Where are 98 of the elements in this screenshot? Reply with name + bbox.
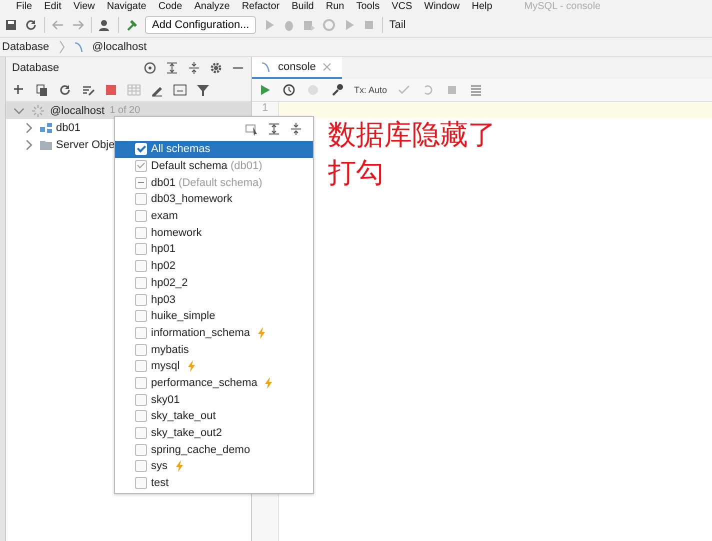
history-icon[interactable]: [282, 83, 296, 97]
schema-option[interactable]: sky01: [115, 391, 313, 408]
tree-node-label[interactable]: db01: [56, 122, 80, 134]
menu-item[interactable]: Edit: [44, 0, 62, 13]
checkbox[interactable]: [135, 210, 147, 222]
window-title: MySQL - console: [524, 0, 601, 13]
tab-label: console: [278, 61, 316, 73]
console-icon[interactable]: [173, 83, 187, 97]
loading-spinner-icon: [31, 104, 45, 118]
tree-node-label[interactable]: Server Obje: [56, 138, 115, 150]
checkbox[interactable]: [135, 444, 147, 456]
checkbox[interactable]: [135, 360, 147, 372]
menu-item[interactable]: VCS: [392, 0, 412, 13]
schema-option[interactable]: db03_homework: [115, 191, 313, 208]
schema-option[interactable]: db01 (Default schema): [115, 174, 313, 192]
transaction-mode-dropdown[interactable]: Tx: Auto: [354, 85, 388, 95]
menu-item[interactable]: Tools: [356, 0, 380, 13]
checkbox[interactable]: [135, 310, 147, 322]
schema-option[interactable]: homework: [115, 224, 313, 242]
commit-icon[interactable]: [397, 83, 412, 97]
schema-option[interactable]: spring_cache_demo: [115, 441, 313, 458]
breadcrumb-item[interactable]: @localhost: [92, 41, 147, 53]
menu-item[interactable]: Run: [326, 0, 344, 13]
menu-item[interactable]: Refactor: [242, 0, 280, 13]
checkbox[interactable]: [135, 410, 147, 422]
forward-arrow-icon[interactable]: [71, 18, 85, 32]
copy-icon[interactable]: [35, 83, 49, 97]
checkbox[interactable]: [135, 176, 147, 189]
menu-item[interactable]: Build: [292, 0, 314, 13]
hammer-icon[interactable]: [125, 18, 139, 32]
stop-icon[interactable]: [104, 83, 118, 97]
schema-option[interactable]: sky_take_out2: [115, 424, 313, 442]
checkbox[interactable]: [135, 344, 147, 356]
menu-item[interactable]: Navigate: [106, 0, 146, 13]
schema-option[interactable]: mysql: [115, 358, 313, 375]
refresh-icon[interactable]: [24, 18, 38, 32]
pointer-icon[interactable]: [245, 122, 259, 136]
menu-icon[interactable]: [469, 83, 484, 97]
checkbox[interactable]: [135, 376, 147, 389]
schema-option[interactable]: exam: [115, 208, 313, 224]
menu-item[interactable]: Analyze: [194, 0, 230, 13]
filter-icon[interactable]: [196, 83, 210, 97]
tree-node-count: 1 of 20: [110, 105, 140, 116]
checkbox[interactable]: [135, 460, 147, 472]
schema-option[interactable]: sys: [115, 458, 313, 475]
editor-tab[interactable]: console: [252, 57, 342, 79]
profile-icon[interactable]: [322, 18, 336, 32]
schema-option[interactable]: hp01: [115, 241, 313, 258]
menu-item[interactable]: Window: [424, 0, 460, 13]
checkbox[interactable]: [135, 427, 147, 440]
schema-icon: [39, 120, 53, 134]
breadcrumb-item[interactable]: Database: [2, 41, 50, 53]
settings-icon[interactable]: [209, 61, 223, 75]
schema-option[interactable]: information_schema: [115, 324, 313, 342]
add-configuration-button[interactable]: Add Configuration...: [145, 16, 256, 34]
collapse-all-icon[interactable]: [289, 122, 303, 136]
schema-option[interactable]: huike_simple: [115, 308, 313, 325]
schema-option[interactable]: hp02_2: [115, 274, 313, 292]
checkbox[interactable]: [135, 260, 147, 272]
checkbox[interactable]: [135, 326, 147, 339]
coverage-icon[interactable]: [302, 18, 316, 32]
schema-option[interactable]: mybatis: [115, 341, 313, 358]
checkbox[interactable]: [135, 276, 147, 289]
menu-item[interactable]: View: [73, 0, 95, 13]
schema-option[interactable]: hp02: [115, 258, 313, 274]
tail-label[interactable]: Tail: [389, 19, 406, 31]
save-icon[interactable]: [4, 18, 18, 32]
checkbox[interactable]: [135, 394, 147, 406]
expand-all-icon[interactable]: [165, 61, 179, 75]
tree-node-label[interactable]: @localhost: [50, 104, 105, 116]
crosshair-icon[interactable]: [143, 61, 157, 75]
back-arrow-icon[interactable]: [51, 18, 65, 32]
line-number: 1: [260, 102, 270, 115]
table-icon[interactable]: [127, 83, 141, 97]
menu-item[interactable]: File: [16, 0, 32, 13]
menu-item[interactable]: Help: [472, 0, 492, 13]
checkbox[interactable]: [135, 193, 147, 206]
wrench-icon[interactable]: [330, 83, 344, 97]
collapse-all-icon[interactable]: [187, 61, 201, 75]
refresh-icon[interactable]: [58, 83, 72, 97]
schema-option[interactable]: All schemas: [115, 141, 313, 158]
schema-option[interactable]: test: [115, 474, 313, 492]
checkbox[interactable]: [135, 294, 147, 306]
panel-title: Database: [12, 62, 60, 74]
user-icon[interactable]: [98, 18, 112, 32]
annotation-text: 数据库隐藏了: [328, 117, 496, 153]
expand-all-icon[interactable]: [267, 122, 281, 136]
annotation-text: 打勾: [328, 155, 384, 191]
schema-option[interactable]: hp03: [115, 291, 313, 308]
add-icon[interactable]: [12, 83, 26, 97]
pin-icon[interactable]: [306, 83, 320, 97]
checkbox[interactable]: [135, 477, 147, 490]
menu-item[interactable]: Code: [158, 0, 182, 13]
schema-option[interactable]: sky_take_out: [115, 408, 313, 425]
checkbox[interactable]: [135, 243, 147, 256]
checkbox[interactable]: [135, 226, 147, 239]
run-icon[interactable]: [258, 83, 272, 97]
schema-option[interactable]: performance_schema: [115, 374, 313, 392]
